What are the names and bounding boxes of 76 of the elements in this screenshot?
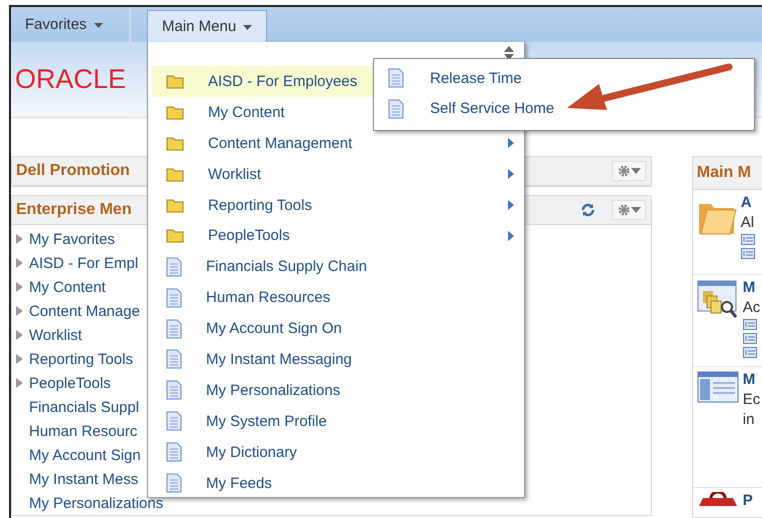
refresh-icon[interactable]: [580, 202, 596, 218]
menu-link[interactable]: My Content: [29, 278, 106, 296]
menu-link[interactable]: AISD - For Empl: [29, 254, 138, 272]
document-icon: [166, 411, 182, 432]
document-icon: [388, 98, 404, 119]
gear-icon: [616, 165, 631, 177]
logo: ORACLE: [15, 64, 126, 95]
expand-arrow-icon[interactable]: [16, 354, 23, 364]
link-icon[interactable]: [740, 248, 755, 259]
caret-icon: [630, 207, 641, 213]
expand-arrow-icon[interactable]: [16, 306, 23, 316]
settings-button[interactable]: [612, 200, 646, 220]
menu-item[interactable]: My Account Sign On: [152, 313, 524, 344]
expand-arrow-icon[interactable]: [16, 258, 23, 268]
link-icon[interactable]: [740, 234, 755, 245]
folder-icon: [166, 198, 184, 212]
menu-item[interactable]: PeopleTools: [152, 220, 524, 252]
menu-link[interactable]: PeopleTools: [29, 374, 111, 392]
documents-search-icon: [696, 279, 739, 321]
toolbox-icon: [696, 492, 739, 506]
folder-icon: [166, 74, 184, 89]
folder-icon: [166, 104, 184, 120]
caret-icon: [94, 22, 103, 28]
settings-button[interactable]: [612, 161, 646, 181]
section-description: Ec: [742, 391, 760, 408]
link-icon[interactable]: [742, 319, 757, 330]
folder-icon: [166, 166, 184, 182]
link-icon[interactable]: [742, 333, 757, 344]
menu-item[interactable]: Financials Supply Chain: [152, 251, 524, 282]
menu-item[interactable]: Content Management: [152, 128, 524, 159]
section-title[interactable]: P: [742, 492, 753, 509]
section-title[interactable]: M: [742, 371, 760, 388]
menu-item[interactable]: My Personalizations: [152, 374, 524, 406]
section-title[interactable]: M: [742, 279, 760, 296]
document-icon: [166, 288, 182, 308]
menu-link[interactable]: Reporting Tools: [29, 350, 133, 368]
link-icon[interactable]: [742, 347, 757, 358]
menu-item[interactable]: My Instant Messaging: [152, 344, 524, 375]
menu-link[interactable]: My Favorites: [29, 230, 115, 248]
window-icon: [696, 371, 739, 403]
menu-link[interactable]: My Instant Mess: [29, 470, 138, 488]
nav-tab[interactable]: Main Menu: [147, 10, 268, 42]
pagelet-title: Main M: [696, 164, 751, 182]
menu-link[interactable]: My Account Sign: [29, 446, 141, 464]
document-icon: [166, 256, 182, 277]
folder-icon: [166, 228, 184, 244]
menu-link[interactable]: Financials Suppl: [29, 398, 140, 416]
menu-item[interactable]: My System Profile: [152, 406, 524, 437]
menu-item[interactable]: Worklist: [152, 158, 524, 190]
section-title[interactable]: A: [740, 194, 755, 211]
expand-arrow-icon[interactable]: [16, 378, 23, 388]
section-description: in: [742, 411, 756, 428]
pagelet-title: Dell Promotion: [16, 162, 130, 180]
document-icon: [388, 68, 404, 88]
section-description: Ac: [742, 299, 760, 316]
gear-icon: [616, 204, 631, 216]
menu-link[interactable]: Human Resourc: [29, 422, 138, 440]
expand-arrow-icon[interactable]: [16, 330, 23, 340]
document-icon: [166, 380, 182, 400]
caret-icon: [630, 168, 641, 174]
menu-item[interactable]: Reporting Tools: [152, 190, 524, 220]
menu-link[interactable]: Content Manage: [29, 302, 140, 320]
document-icon: [166, 473, 182, 494]
document-icon: [166, 349, 182, 370]
folder-icon: [166, 136, 184, 151]
menu-link[interactable]: Worklist: [29, 326, 82, 344]
document-icon: [166, 318, 182, 339]
expand-arrow-icon[interactable]: [16, 234, 23, 244]
expand-arrow-icon[interactable]: [16, 282, 23, 292]
caret-icon: [243, 24, 252, 30]
document-icon: [166, 442, 182, 462]
menu-item[interactable]: My Dictionary: [152, 436, 524, 468]
section-description: Al: [740, 214, 755, 231]
scroll-arrows-icon[interactable]: [504, 46, 514, 60]
pagelet-title: Enterprise Men: [16, 201, 132, 219]
menu-item[interactable]: Human Resources: [152, 282, 524, 314]
